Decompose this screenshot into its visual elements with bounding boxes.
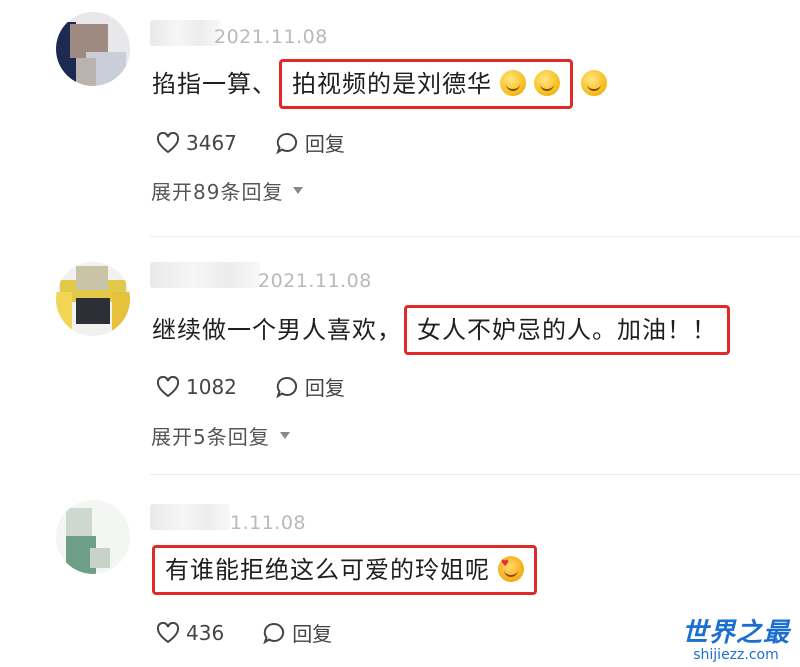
reply-label: 回复: [304, 132, 345, 156]
caret-down-icon: [293, 187, 304, 194]
reply-button[interactable]: 回复: [262, 618, 332, 647]
avatar[interactable]: [56, 12, 130, 86]
heart-icon: [156, 375, 180, 397]
comment-text-prefix: 继续做一个男人喜欢，: [152, 316, 402, 344]
reply-label: 回复: [292, 622, 333, 646]
divider: [150, 474, 800, 475]
reply-button[interactable]: 回复: [275, 372, 345, 401]
like-button[interactable]: 3467: [156, 131, 237, 155]
comment-text-highlight: 有谁能拒绝这么可爱的玲姐呢: [165, 556, 490, 584]
like-button[interactable]: 436: [156, 621, 224, 645]
comment-bubble-icon: [263, 622, 285, 644]
highlight-box: 有谁能拒绝这么可爱的玲姐呢: [152, 545, 537, 595]
caret-down-icon: [279, 432, 290, 439]
avatar[interactable]: [56, 262, 130, 336]
comment-text-highlight: 女人不妒忌的人。加油！！: [417, 316, 717, 344]
comment-date: 2021.11.08: [214, 26, 328, 48]
avatar[interactable]: [56, 500, 130, 574]
highlight-box: 女人不妒忌的人。加油！！: [404, 305, 730, 355]
comment-text: 继续做一个男人喜欢， 女人不妒忌的人。加油！！: [152, 305, 730, 355]
like-count: 3467: [186, 130, 237, 155]
smirk-emoji-icon: [500, 70, 526, 96]
like-button[interactable]: 1082: [156, 375, 237, 399]
like-count: 1082: [186, 374, 237, 399]
reply-button[interactable]: 回复: [275, 128, 345, 157]
expand-replies-button[interactable]: 展开5条回复: [151, 421, 290, 450]
comment-date: 2021.11.08: [258, 270, 372, 292]
divider: [150, 236, 800, 237]
comment-actions: 1082 回复: [156, 372, 345, 401]
comment-text: 有谁能拒绝这么可爱的玲姐呢: [150, 545, 537, 595]
smirk-emoji-icon: [534, 70, 560, 96]
comment-text-prefix: 掐指一算、: [152, 70, 277, 98]
comment-date: 1.11.08: [230, 512, 307, 534]
username[interactable]: [150, 504, 230, 530]
username[interactable]: [150, 20, 220, 46]
comment-bubble-icon: [276, 132, 298, 154]
heart-icon: [156, 131, 180, 153]
watermark-title: 世界之最: [681, 618, 790, 648]
smirk-emoji-icon: [581, 70, 607, 96]
username[interactable]: [150, 262, 260, 288]
reply-label: 回复: [304, 376, 345, 400]
heart-icon: [156, 621, 180, 643]
like-count: 436: [186, 620, 225, 645]
comment-text-highlight: 拍视频的是刘德华: [292, 70, 492, 98]
expand-replies-button[interactable]: 展开89条回复: [151, 176, 304, 205]
comment-actions: 436 回复: [156, 618, 332, 647]
expand-replies-label: 展开89条回复: [151, 180, 284, 204]
site-watermark: 世界之最 shijiezz.com: [682, 612, 790, 663]
comment-actions: 3467 回复: [156, 128, 345, 157]
love-face-emoji-icon: [498, 556, 524, 582]
highlight-box: 拍视频的是刘德华: [279, 59, 573, 109]
expand-replies-label: 展开5条回复: [151, 425, 270, 449]
watermark-url: shijiezz.com: [693, 647, 779, 663]
comment-text: 掐指一算、 拍视频的是刘德华: [152, 59, 607, 109]
comment-bubble-icon: [276, 376, 298, 398]
